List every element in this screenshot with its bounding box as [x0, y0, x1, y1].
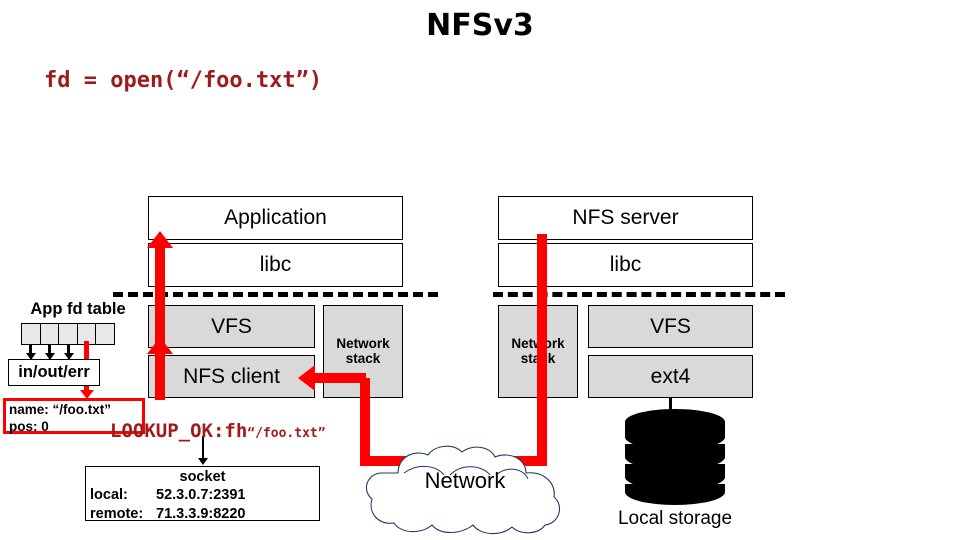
rpc-message-label: LOOKUP_OK:fh“/foo.txt”: [110, 420, 326, 442]
socket-local-value: 52.3.0.7:2391: [156, 487, 246, 504]
flow-arrowhead-application: [147, 231, 173, 248]
flow-vfs-to-application-shaft: [155, 248, 165, 346]
flow-into-nfs-client: [314, 373, 366, 383]
local-storage-icon: [625, 409, 725, 505]
page-title: NFSv3: [426, 8, 534, 43]
socket-local-row: local: 52.3.0.7:2391: [86, 486, 319, 504]
flow-nfsclient-to-vfs-shaft: [155, 352, 165, 400]
box-ext4: ext4: [588, 355, 753, 398]
box-client-libc: libc: [148, 243, 403, 287]
rpc-message-call: LOOKUP_OK:fh: [110, 420, 248, 442]
code-call-label: fd = open(“/foo.txt”): [44, 68, 323, 93]
box-client-libc-label: libc: [259, 253, 292, 277]
file-object-name: name: “/foo.txt”: [9, 402, 112, 417]
box-client-vfs-label: VFS: [211, 314, 252, 338]
box-application-label: Application: [224, 206, 327, 230]
socket-remote-value: 71.3.3.9:8220: [156, 505, 246, 522]
socket-title: socket: [179, 469, 226, 485]
box-server-vfs-label: VFS: [650, 314, 691, 338]
socket-box: socket local: 52.3.0.7:2391 remote: 71.3…: [85, 466, 320, 523]
rpc-message-subscript: “/foo.txt”: [247, 426, 326, 441]
fd-table-cell[interactable]: [95, 323, 115, 345]
std-streams-label: in/out/err: [18, 363, 90, 381]
socket-remote-row: remote: 71.3.3.9:8220: [86, 505, 319, 523]
slide-canvas: NFSv3 fd = open(“/foo.txt”) Application …: [0, 0, 960, 540]
socket-remote-key: remote:: [90, 505, 144, 522]
local-storage-label: Local storage: [617, 508, 733, 529]
box-nfs-client: NFS client: [148, 355, 315, 398]
network-cloud-label: Network: [424, 468, 506, 493]
box-nfs-client-label: NFS client: [183, 364, 280, 388]
box-client-network-stack-label-2: stack: [345, 350, 381, 366]
flow-server-vertical: [537, 234, 547, 466]
file-to-socket-head: [198, 458, 208, 465]
box-client-vfs: VFS: [148, 305, 315, 348]
fd-table-cell[interactable]: [21, 323, 41, 345]
fd-table-label: App fd table: [30, 300, 126, 318]
socket-local-key: local:: [90, 487, 128, 504]
box-client-network-stack-label-1: Network: [336, 335, 390, 351]
box-server-vfs: VFS: [588, 305, 753, 348]
box-ext4-label: ext4: [650, 364, 691, 388]
fd-table-cell[interactable]: [58, 323, 78, 345]
box-nfs-server-label: NFS server: [572, 206, 679, 230]
std-streams-box: in/out/err: [8, 359, 100, 386]
box-application: Application: [148, 196, 403, 240]
fd-table-cell[interactable]: [39, 323, 60, 345]
flow-arrowhead-nfs-client: [298, 365, 315, 391]
box-server-libc-label: libc: [609, 253, 642, 277]
fd-table: [21, 323, 115, 345]
